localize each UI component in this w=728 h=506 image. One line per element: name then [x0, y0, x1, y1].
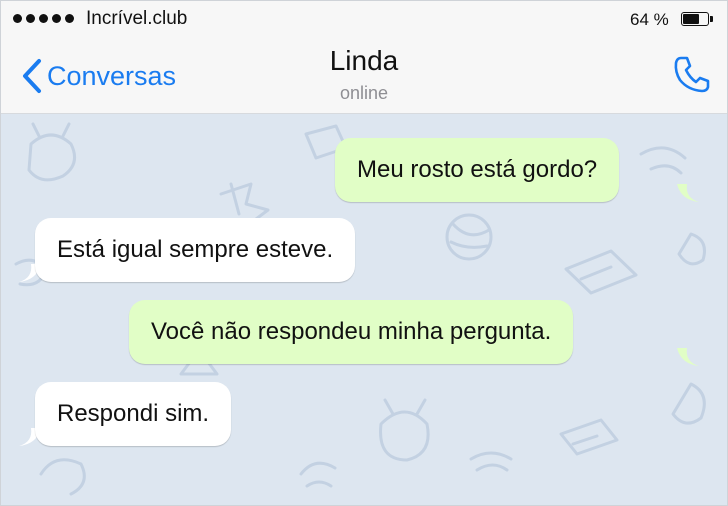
message-bubble-outgoing[interactable]: Você não respondeu minha pergunta.: [129, 300, 574, 364]
status-bar: Incrível.club 64 %: [1, 1, 727, 37]
chat-area[interactable]: Meu rosto está gordo? Está igual sempre …: [1, 114, 727, 505]
navigation-bar: Conversas Linda online: [1, 37, 727, 114]
message-bubble-incoming[interactable]: Respondi sim.: [35, 382, 232, 446]
carrier-name: Incrível.club: [86, 8, 188, 29]
signal-strength-icon: [13, 14, 74, 23]
contact-status: online: [339, 83, 389, 103]
outgoing-bubble-tail: [677, 348, 699, 366]
battery-percentage: 64 %: [630, 10, 669, 29]
battery-icon: [681, 12, 713, 26]
phone-screen: Incrível.club 64 % Conversas Linda onlin…: [0, 0, 728, 506]
outgoing-bubble-tail: [677, 184, 699, 202]
message-bubble-incoming[interactable]: Está igual sempre esteve.: [35, 218, 356, 282]
contact-name[interactable]: Linda: [1, 45, 727, 77]
message-bubble-outgoing[interactable]: Meu rosto está gordo?: [335, 138, 620, 202]
phone-icon[interactable]: [671, 53, 713, 95]
